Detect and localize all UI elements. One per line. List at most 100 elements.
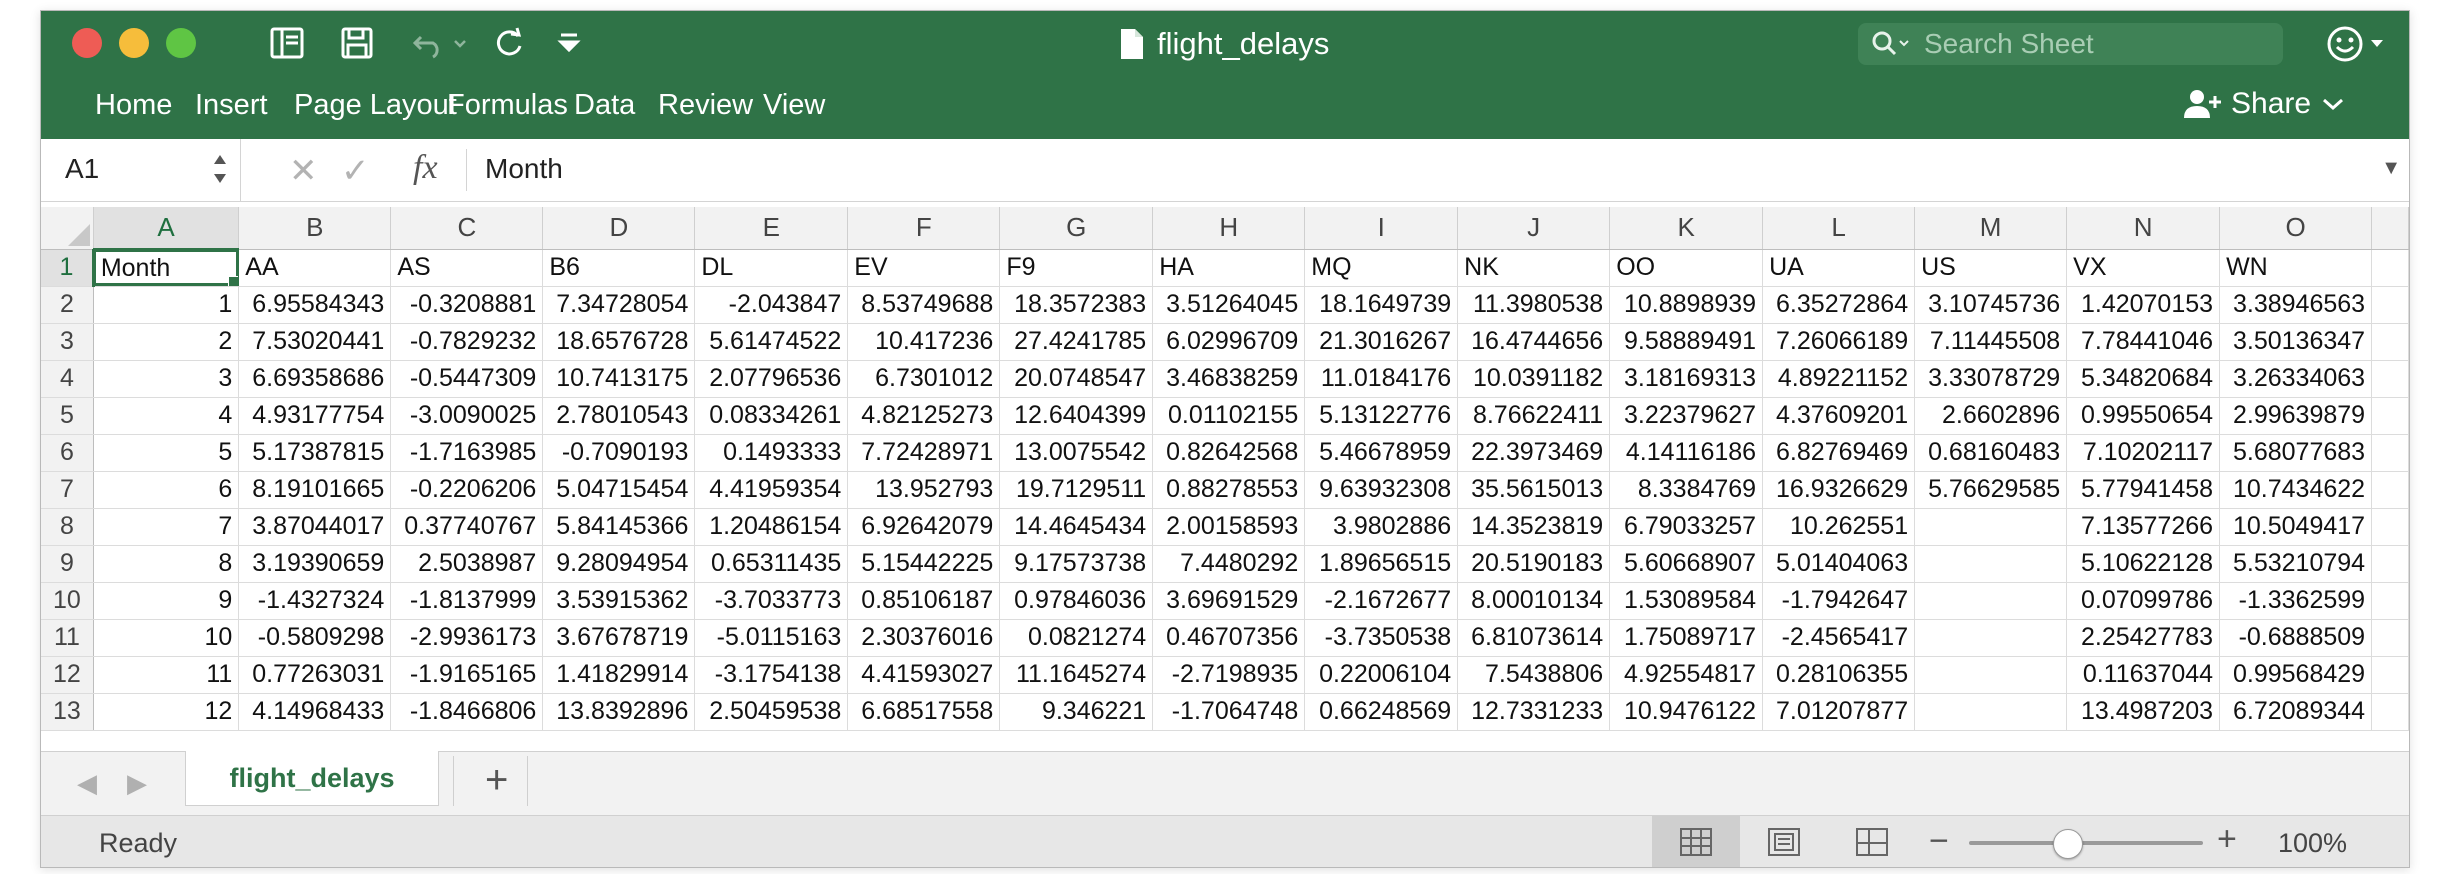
cell[interactable]: 1.42070153: [2066, 286, 2221, 324]
cell[interactable]: 3.50136347: [2219, 323, 2373, 361]
cell[interactable]: 5.46678959: [1304, 434, 1459, 472]
cell[interactable]: 0.46707356: [1152, 619, 1306, 657]
cell[interactable]: -2.043847: [694, 286, 849, 324]
cell[interactable]: 5.77941458: [2066, 471, 2221, 509]
cell[interactable]: 20.0748547: [999, 360, 1154, 398]
column-header-o[interactable]: O: [2219, 207, 2373, 250]
cell[interactable]: 0.66248569: [1304, 693, 1459, 731]
cell[interactable]: 2.30376016: [847, 619, 1001, 657]
row-header[interactable]: 10: [41, 582, 94, 620]
cell[interactable]: AA: [238, 249, 392, 287]
feedback-smiley-icon[interactable]: [2325, 24, 2385, 64]
cell[interactable]: 4.14116186: [1609, 434, 1764, 472]
cell[interactable]: 22.3973469: [1457, 434, 1611, 472]
cell[interactable]: 6.82769469: [1762, 434, 1916, 472]
cell[interactable]: 5.01404063: [1762, 545, 1916, 583]
column-header-i[interactable]: I: [1304, 207, 1459, 250]
cell[interactable]: 5.76629585: [1914, 471, 2068, 509]
cell[interactable]: -1.8137999: [390, 582, 544, 620]
column-header-j[interactable]: J: [1457, 207, 1611, 250]
cell[interactable]: 8.19101665: [238, 471, 392, 509]
cell[interactable]: 35.5615013: [1457, 471, 1611, 509]
cell[interactable]: 11.1645274: [999, 656, 1154, 694]
cell[interactable]: 1.53089584: [1609, 582, 1764, 620]
cell[interactable]: 6.68517558: [847, 693, 1001, 731]
column-header-n[interactable]: N: [2066, 207, 2221, 250]
cell[interactable]: 6.81073614: [1457, 619, 1611, 657]
sidebar-toggle-icon[interactable]: [267, 25, 307, 61]
cell[interactable]: 3.19390659: [238, 545, 392, 583]
cell[interactable]: 12.6404399: [999, 397, 1154, 435]
cell[interactable]: 6.92642079: [847, 508, 1001, 546]
cell[interactable]: 1: [93, 286, 240, 324]
column-header-a[interactable]: A: [93, 207, 240, 251]
row-header[interactable]: 7: [41, 471, 94, 509]
cell[interactable]: 8: [93, 545, 240, 583]
cell[interactable]: UA: [1762, 249, 1916, 287]
page-layout-view-button[interactable]: [1740, 816, 1828, 867]
cell[interactable]: 0.1493333: [694, 434, 849, 472]
zoom-slider-thumb[interactable]: [2053, 829, 2084, 859]
cell[interactable]: 2.78010543: [542, 397, 696, 435]
cell[interactable]: 3.38946563: [2219, 286, 2373, 324]
active-cell[interactable]: Month: [93, 249, 240, 287]
cell[interactable]: 3.46838259: [1152, 360, 1306, 398]
cell[interactable]: 8.76622411: [1457, 397, 1611, 435]
cell[interactable]: VX: [2066, 249, 2221, 287]
cell[interactable]: 9.58889491: [1609, 323, 1764, 361]
cell[interactable]: 0.97846036: [999, 582, 1154, 620]
cell[interactable]: 1.75089717: [1609, 619, 1764, 657]
cell[interactable]: 18.1649739: [1304, 286, 1459, 324]
cell[interactable]: 4.92554817: [1609, 656, 1764, 694]
cell[interactable]: 4.37609201: [1762, 397, 1916, 435]
cell[interactable]: 2.6602896: [1914, 397, 2068, 435]
cell[interactable]: HA: [1152, 249, 1306, 287]
cell[interactable]: 4.41959354: [694, 471, 849, 509]
cell[interactable]: -3.7350538: [1304, 619, 1459, 657]
cell[interactable]: 11.0184176: [1304, 360, 1459, 398]
cell[interactable]: 10.262551: [1762, 508, 1916, 546]
column-header-d[interactable]: D: [542, 207, 696, 250]
sheet-tab-flight-delays[interactable]: flight_delays: [185, 751, 439, 806]
cell[interactable]: 0.07099786: [2066, 582, 2221, 620]
row-header[interactable]: 1: [41, 249, 95, 287]
cell[interactable]: 8.53749688: [847, 286, 1001, 324]
cell[interactable]: 0.37740767: [390, 508, 544, 546]
cell[interactable]: [1914, 693, 2068, 731]
cell[interactable]: 7.78441046: [2066, 323, 2221, 361]
cell[interactable]: 14.4645434: [999, 508, 1154, 546]
cell[interactable]: 6.79033257: [1609, 508, 1764, 546]
cell[interactable]: 11: [93, 656, 240, 694]
cell[interactable]: -2.1672677: [1304, 582, 1459, 620]
maximize-window-button[interactable]: [166, 28, 196, 58]
cell[interactable]: 0.82642568: [1152, 434, 1306, 472]
cell[interactable]: 4.14968433: [238, 693, 392, 731]
cell[interactable]: 10.7413175: [542, 360, 696, 398]
page-break-view-button[interactable]: [1828, 816, 1916, 867]
cell[interactable]: 9.346221: [999, 693, 1154, 731]
cell[interactable]: US: [1914, 249, 2068, 287]
column-header-b[interactable]: B: [238, 207, 392, 250]
column-header-k[interactable]: K: [1609, 207, 1764, 250]
cell[interactable]: 14.3523819: [1457, 508, 1611, 546]
cell[interactable]: 1.41829914: [542, 656, 696, 694]
cell[interactable]: 6.69358686: [238, 360, 392, 398]
formula-input[interactable]: Month: [485, 153, 563, 185]
cancel-entry-icon[interactable]: ✕: [289, 151, 318, 191]
cell[interactable]: 2.07796536: [694, 360, 849, 398]
cell[interactable]: 13.952793: [847, 471, 1001, 509]
tab-data[interactable]: Data: [574, 89, 635, 122]
cell[interactable]: -3.0090025: [390, 397, 544, 435]
cell[interactable]: 6.02996709: [1152, 323, 1306, 361]
cell[interactable]: -0.7829232: [390, 323, 544, 361]
close-window-button[interactable]: [72, 28, 102, 58]
cell[interactable]: 9: [93, 582, 240, 620]
cell[interactable]: 8.3384769: [1609, 471, 1764, 509]
zoom-in-button[interactable]: +: [2217, 820, 2237, 859]
cell[interactable]: 8.00010134: [1457, 582, 1611, 620]
cell[interactable]: 4.93177754: [238, 397, 392, 435]
row-header[interactable]: 5: [41, 397, 94, 435]
cell[interactable]: 12.7331233: [1457, 693, 1611, 731]
cell[interactable]: F9: [999, 249, 1154, 287]
cell[interactable]: -0.5809298: [238, 619, 392, 657]
